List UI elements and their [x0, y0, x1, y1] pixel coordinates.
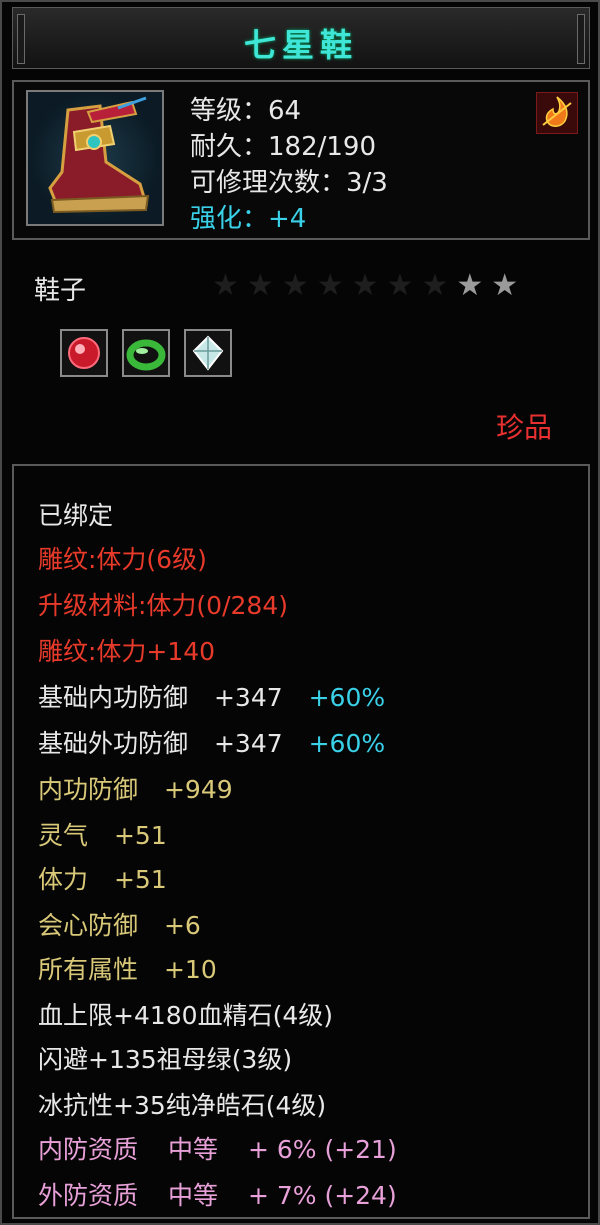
star-icon: ★ — [212, 268, 239, 303]
outer-quality-row: 外防资质 中等 + 7% (+24) — [38, 1176, 397, 1212]
star-icon: ★ — [281, 268, 309, 303]
inner-quality-value: + 6% (+21) — [247, 1135, 397, 1164]
item-header: 等级：64 耐久：182/190 可修理次数：3/3 强化：+4 — [12, 80, 590, 240]
enhance-stat: 强化：+4 — [190, 204, 307, 234]
inner-def-row: 内功防御 +949 — [38, 770, 233, 806]
boots-icon — [26, 90, 164, 226]
dodge-gem: 闪避+135祖母绿(3级) — [38, 1045, 293, 1074]
inner-def-value: +949 — [163, 775, 233, 804]
stamina-value: +51 — [113, 865, 167, 894]
outer-quality-value: + 7% (+24) — [247, 1181, 397, 1210]
base-outer-def-label: 基础外功防御 — [38, 729, 189, 758]
star-icon: ★ — [421, 268, 449, 303]
base-inner-def-label: 基础内功防御 — [38, 683, 189, 712]
attribute-panel: 已绑定 雕纹:体力(6级) 升级材料:体力(0/284) 雕纹:体力+140 基… — [12, 464, 590, 1219]
engrave-attr: 雕纹:体力(6级) — [38, 545, 207, 574]
star-icon: ★ — [386, 268, 414, 303]
star-icon: ★ — [351, 268, 379, 303]
title-bar-cap-right — [577, 14, 585, 64]
inner-def-label: 内功防御 — [38, 775, 139, 804]
star-icon: ★ — [246, 268, 274, 303]
all-attr-value: +10 — [163, 955, 217, 984]
title-bar: 七星鞋 — [12, 7, 590, 69]
red-gem-icon[interactable] — [60, 329, 108, 377]
outer-quality-grade: 中等 — [167, 1181, 218, 1210]
green-jade-ring-icon[interactable] — [122, 329, 170, 377]
star-rating: ★ ★ ★ ★ ★ ★ ★ ★ ★ — [212, 270, 518, 302]
stamina-row: 体力 +51 — [38, 860, 167, 896]
spirit-row: 灵气 +51 — [38, 816, 167, 852]
base-outer-def-percent: +60% — [308, 729, 386, 758]
inner-quality-grade: 中等 — [167, 1135, 218, 1164]
star-icon: ★ — [456, 268, 484, 303]
item-tooltip: 七星鞋 等级：64 耐久：182/190 可修理次数：3/3 强化：+4 鞋子 — [0, 0, 600, 1225]
spirit-label: 灵气 — [38, 821, 89, 850]
bound-status: 已绑定 — [38, 501, 114, 530]
flame-icon — [536, 92, 578, 134]
durability-stat: 耐久：182/190 — [190, 132, 377, 162]
white-diamond-icon[interactable] — [184, 329, 232, 377]
spirit-value: +51 — [113, 821, 167, 850]
star-icon: ★ — [316, 268, 344, 303]
hp-cap-gem: 血上限+4180血精石(4级) — [38, 1001, 333, 1030]
stamina-label: 体力 — [38, 865, 89, 894]
base-inner-def-percent: +60% — [308, 683, 386, 712]
crit-def-value: +6 — [163, 911, 201, 940]
upgrade-material: 升级材料:体力(0/284) — [38, 591, 288, 620]
inner-quality-label: 内防资质 — [38, 1135, 139, 1164]
star-icon: ★ — [491, 268, 519, 303]
base-outer-def-value: +347 — [213, 729, 283, 758]
inner-quality-row: 内防资质 中等 + 6% (+21) — [38, 1130, 397, 1166]
all-attr-row: 所有属性 +10 — [38, 950, 217, 986]
item-name: 七星鞋 — [243, 26, 358, 64]
level-stat: 等级：64 — [190, 96, 302, 126]
base-outer-def-row: 基础外功防御 +347 +60% — [38, 724, 385, 760]
engrave-bonus: 雕纹:体力+140 — [38, 637, 216, 666]
crit-def-label: 会心防御 — [38, 911, 139, 940]
base-inner-def-row: 基础内功防御 +347 +60% — [38, 678, 385, 714]
repair-count-stat: 可修理次数：3/3 — [190, 168, 388, 198]
item-slot-type: 鞋子 — [34, 276, 87, 306]
outer-quality-label: 外防资质 — [38, 1181, 139, 1210]
ice-res-gem: 冰抗性+35纯净皓石(4级) — [38, 1091, 327, 1120]
base-inner-def-value: +347 — [213, 683, 283, 712]
all-attr-label: 所有属性 — [38, 955, 139, 984]
quality-tag: 珍品 — [495, 411, 552, 444]
crit-def-row: 会心防御 +6 — [38, 906, 201, 942]
